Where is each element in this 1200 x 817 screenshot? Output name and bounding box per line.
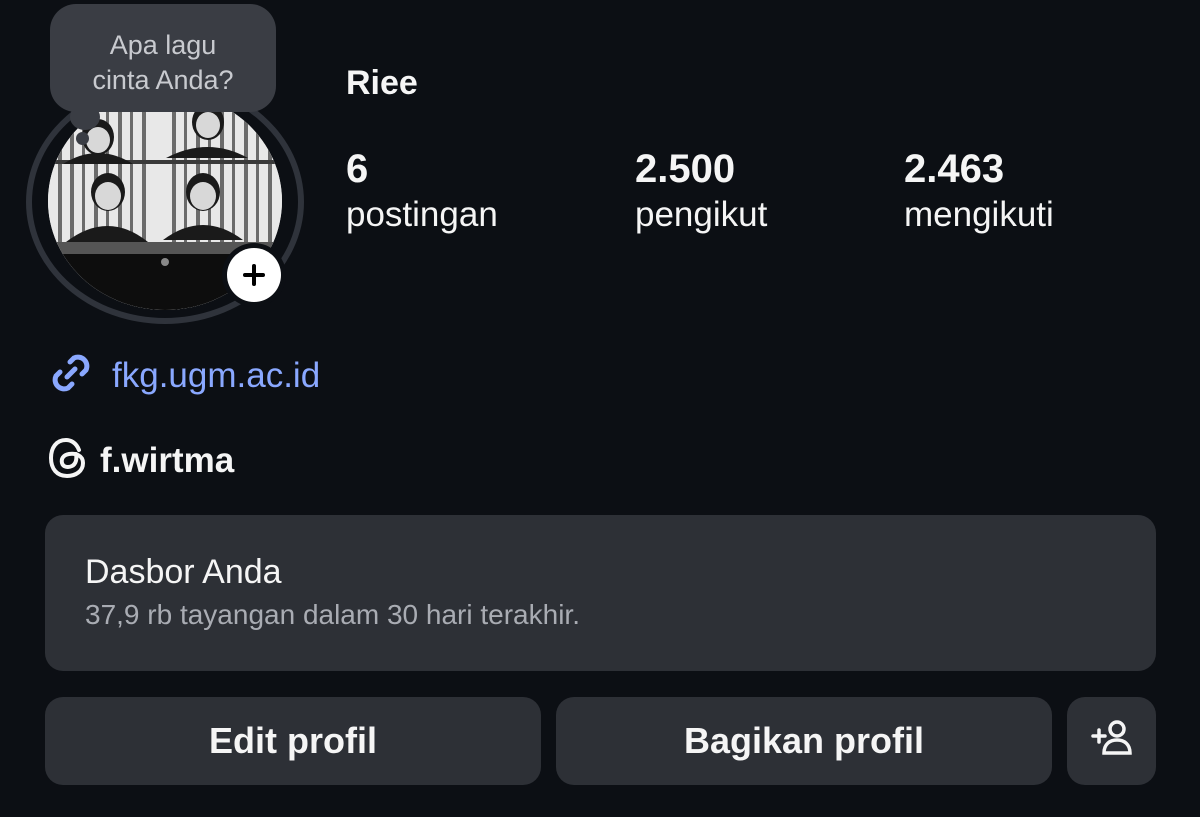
note-bubble[interactable]: Apa lagu cinta Anda? <box>50 4 276 112</box>
username: Riee <box>346 64 418 102</box>
stat-following[interactable]: 2.463 mengikuti <box>904 146 1054 238</box>
stat-followers[interactable]: 2.500 pengikut <box>635 146 767 238</box>
threads-handle: f.wirtma <box>100 440 235 480</box>
stat-posts-label: postingan <box>346 195 498 234</box>
edit-profile-button[interactable]: Edit profil <box>45 697 541 785</box>
profile-page: Apa lagu cinta Anda? Riee 6 postingan 2.… <box>0 0 1200 817</box>
stat-followers-count: 2.500 <box>635 147 736 191</box>
share-profile-button[interactable]: Bagikan profil <box>556 697 1052 785</box>
bio-link[interactable]: fkg.ugm.ac.id <box>46 348 320 403</box>
add-story-button[interactable] <box>222 243 286 307</box>
link-text: fkg.ugm.ac.id <box>112 355 321 395</box>
stat-followers-label: pengikut <box>635 195 768 234</box>
note-text-line2: cinta Anda? <box>92 65 234 95</box>
note-bubble-tail-dot <box>76 132 89 145</box>
dashboard-subtitle: 37,9 rb tayangan dalam 30 hari terakhir. <box>85 599 580 630</box>
threads-link[interactable]: f.wirtma <box>46 435 234 486</box>
professional-dashboard-card[interactable]: Dasbor Anda 37,9 rb tayangan dalam 30 ha… <box>45 515 1156 671</box>
stat-following-count: 2.463 <box>904 147 1005 191</box>
add-person-icon <box>1090 717 1134 766</box>
discover-people-button[interactable] <box>1067 697 1156 785</box>
stat-following-label: mengikuti <box>904 195 1054 234</box>
plus-icon <box>227 248 281 302</box>
note-text-line1: Apa lagu <box>109 30 217 60</box>
link-icon <box>46 348 96 403</box>
threads-icon <box>46 435 90 486</box>
stat-posts[interactable]: 6 postingan <box>346 146 498 238</box>
stat-posts-count: 6 <box>346 147 369 191</box>
dashboard-title: Dasbor Anda <box>85 553 282 591</box>
